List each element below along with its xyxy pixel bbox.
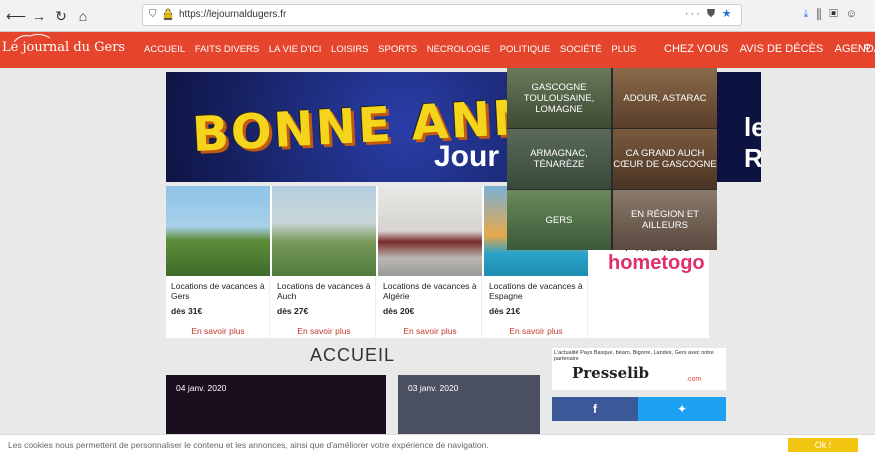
forward-icon[interactable]: → bbox=[30, 7, 48, 25]
nav-loisirs[interactable]: LOISIRS bbox=[331, 44, 369, 55]
sidebar-icon[interactable]: ▣ bbox=[829, 8, 845, 20]
section-title: ACCUEIL bbox=[310, 345, 396, 365]
nav-politique[interactable]: POLITIQUE bbox=[500, 44, 551, 55]
ad-card-title: Locations de vacances à Auch bbox=[277, 281, 371, 301]
cookie-banner: Les cookies nous permettent de personnal… bbox=[0, 434, 875, 453]
nav-plus[interactable]: PLUS bbox=[611, 44, 636, 55]
pocket-icon[interactable]: ⛊ bbox=[707, 8, 717, 20]
ad-card-image bbox=[166, 186, 270, 276]
region-armagnac-tenareze[interactable]: ARMAGNAC, TÉNARÈZE bbox=[507, 129, 611, 189]
nav-faits-divers[interactable]: FAITS DIVERS bbox=[195, 44, 259, 55]
hometogo-logo[interactable]: hometogo bbox=[608, 252, 705, 275]
secondary-nav: CHEZ VOUS AVIS DE DÉCÈS AGENDA bbox=[664, 43, 875, 55]
region-label: GERS bbox=[545, 214, 573, 226]
nav-chez-vous[interactable]: CHEZ VOUS bbox=[664, 43, 728, 55]
site-logo[interactable]: Le journal du Gers bbox=[2, 40, 125, 55]
article-card[interactable]: 04 janv. 2020 bbox=[166, 375, 386, 435]
menu-dots-icon[interactable]: ··· bbox=[685, 8, 702, 20]
search-icon[interactable]: ⚲ bbox=[864, 43, 871, 54]
ad-card-title: Locations de vacances à Algérie bbox=[383, 281, 477, 301]
region-label: ADOUR, ASTARAC bbox=[623, 92, 707, 104]
facebook-button[interactable]: f bbox=[552, 397, 638, 421]
main-nav: ACCUEIL FAITS DIVERS LA VIE D'ICI LOISIR… bbox=[144, 44, 643, 55]
bookmark-star-icon[interactable]: ★ bbox=[722, 8, 733, 20]
ad-card-link[interactable]: En savoir plus bbox=[272, 326, 376, 336]
back-icon[interactable]: ⟵ bbox=[6, 7, 26, 25]
region-label: EN RÉGION ET AILLEURS bbox=[630, 209, 700, 231]
nav-vie-dici[interactable]: LA VIE D'ICI bbox=[269, 44, 322, 55]
ad-card-image bbox=[378, 186, 482, 276]
ad-card-price: dès 31€ bbox=[171, 306, 203, 316]
url-text: https://lejournaldugers.fr bbox=[179, 9, 287, 20]
presselib-logo: Presselib bbox=[572, 364, 650, 382]
lock-warning-icon[interactable] bbox=[163, 8, 173, 20]
shield-icon[interactable]: ⛉ bbox=[149, 9, 157, 20]
presselib-com: .com bbox=[686, 376, 702, 383]
ad-card[interactable]: Locations de vacances à Gers dès 31€ En … bbox=[166, 186, 270, 338]
ad-card[interactable]: Locations de vacances à Auch dès 27€ En … bbox=[272, 186, 376, 338]
library-icon[interactable]: ⫼ bbox=[816, 8, 829, 20]
region-label: ARMAGNAC, TÉNARÈZE bbox=[530, 148, 588, 170]
region-adour-astarac[interactable]: ADOUR, ASTARAC bbox=[613, 68, 717, 128]
nav-accueil[interactable]: ACCUEIL bbox=[144, 44, 185, 55]
toolbar-icons: ⤓⫼▣☺ bbox=[803, 8, 865, 21]
ad-card-image bbox=[272, 186, 376, 276]
ad-card-title: Locations de vacances à Espagne bbox=[489, 281, 583, 301]
ad-card-price: dès 27€ bbox=[277, 306, 309, 316]
facebook-icon: f bbox=[593, 402, 597, 416]
banner-right-text: le RS bbox=[744, 112, 761, 173]
home-icon[interactable]: ⌂ bbox=[74, 7, 92, 25]
nav-avis-deces[interactable]: AVIS DE DÉCÈS bbox=[740, 43, 824, 55]
site-header: Le journal du Gers ACCUEIL FAITS DIVERS … bbox=[0, 32, 875, 68]
ad-card[interactable]: Locations de vacances à Algérie dès 20€ … bbox=[378, 186, 482, 338]
account-icon[interactable]: ☺ bbox=[846, 8, 865, 20]
reload-icon[interactable]: ↻ bbox=[52, 7, 70, 25]
banner-subtitle: Jour bbox=[434, 140, 500, 173]
article-card[interactable]: 03 janv. 2020 bbox=[398, 375, 540, 435]
presselib-caption: L'actualité Pays Basque, béarn, Bigorre,… bbox=[554, 350, 714, 362]
ad-card-title: Locations de vacances à Gers bbox=[171, 281, 265, 301]
article-date: 04 janv. 2020 bbox=[176, 383, 227, 393]
nav-societe[interactable]: SOCIÉTÉ bbox=[560, 44, 602, 55]
twitter-button[interactable]: ✦ bbox=[638, 397, 726, 421]
cookie-ok-button[interactable]: Ok ! bbox=[788, 438, 858, 452]
region-gascogne-toulousaine[interactable]: GASCOGNE TOULOUSAINE, LOMAGNE bbox=[507, 68, 611, 128]
ad-card-link[interactable]: En savoir plus bbox=[484, 326, 588, 336]
url-bar[interactable]: ⛉ https://lejournaldugers.fr ··· ⛊ ★ bbox=[142, 4, 742, 26]
article-date: 03 janv. 2020 bbox=[408, 383, 459, 393]
page-actions[interactable]: ··· ⛊ ★ bbox=[685, 8, 733, 21]
region-grand-auch[interactable]: CA GRAND AUCH CŒUR DE GASCOGNE bbox=[613, 129, 717, 189]
download-icon[interactable]: ⤓ bbox=[803, 8, 816, 20]
ad-card-link[interactable]: En savoir plus bbox=[166, 326, 270, 336]
region-gers[interactable]: GERS bbox=[507, 190, 611, 250]
ad-card-price: dès 21€ bbox=[489, 306, 521, 316]
twitter-icon: ✦ bbox=[676, 402, 688, 416]
ad-card-link[interactable]: En savoir plus bbox=[378, 326, 482, 336]
browser-toolbar: ⟵ → ↻ ⌂ ⛉ https://lejournaldugers.fr ···… bbox=[0, 0, 875, 32]
region-en-region-ailleurs[interactable]: EN RÉGION ET AILLEURS bbox=[613, 190, 717, 250]
nav-sports[interactable]: SPORTS bbox=[378, 44, 417, 55]
region-label: CA GRAND AUCH CŒUR DE GASCOGNE bbox=[613, 148, 717, 170]
nav-necrologie[interactable]: NECROLOGIE bbox=[427, 44, 490, 55]
ad-card-price: dès 20€ bbox=[383, 306, 415, 316]
region-label: GASCOGNE TOULOUSAINE, LOMAGNE bbox=[523, 81, 595, 115]
regions-dropdown: GASCOGNE TOULOUSAINE, LOMAGNE ADOUR, AST… bbox=[507, 68, 717, 250]
presselib-ad[interactable]: L'actualité Pays Basque, béarn, Bigorre,… bbox=[552, 348, 726, 390]
cookie-text: Les cookies nous permettent de personnal… bbox=[8, 440, 489, 450]
